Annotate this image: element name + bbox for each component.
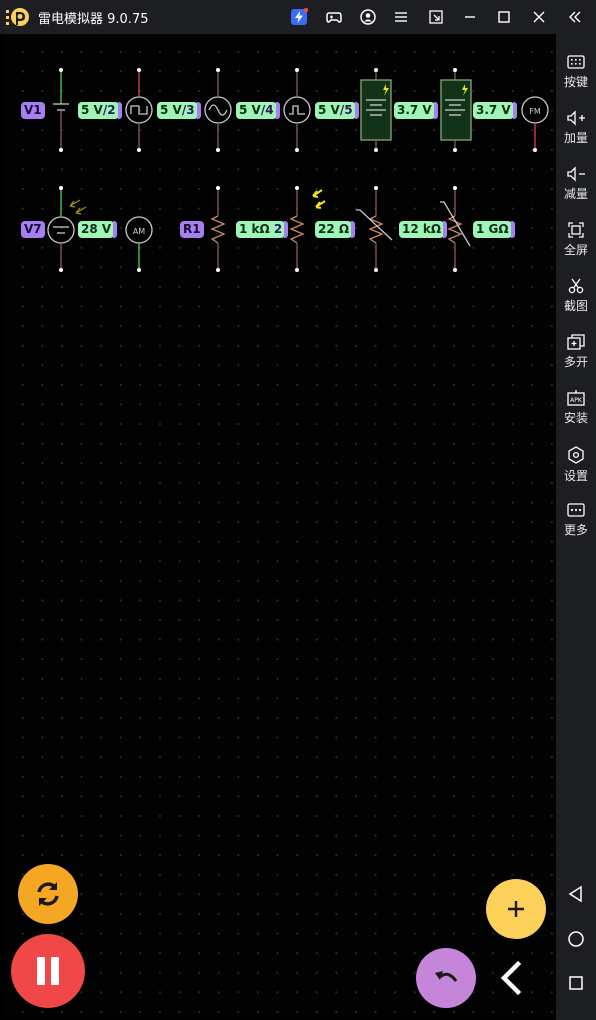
account-button[interactable] [356,5,380,29]
sidebar-item-volume-down[interactable]: 减量 [556,158,596,214]
svg-text:APK: APK [570,397,583,404]
pulse-source[interactable] [283,68,311,152]
ldplayer-logo-icon [6,8,29,26]
tag-v1[interactable]: V1 [21,102,45,119]
plus-icon [508,901,524,917]
android-home-button[interactable] [564,927,588,951]
am-label: AM [133,227,145,236]
circle-home-icon [568,931,584,947]
fullscreen-icon [568,222,584,238]
value-thermistor[interactable]: 12 kΩ [399,221,448,238]
battery-1[interactable] [360,68,392,152]
restore-layout-button[interactable] [424,5,448,29]
android-back-button[interactable] [564,882,588,906]
square-wave-source[interactable] [125,68,153,152]
sidebar-item-fullscreen[interactable]: 全屏 [556,214,596,270]
value-ldr[interactable]: 22 Ω [315,221,356,238]
sidebar-item-more[interactable]: 更多 [556,494,596,550]
tag-v7[interactable]: V7 [21,221,45,238]
sidebar-label-volume-up: 加量 [563,131,588,145]
square-recents-icon [569,976,583,990]
maximize-button[interactable] [492,5,516,29]
emulator-sidebar: 按键 加量 减量 全屏 截图 多开 APK 安装 设置 更多 [556,34,596,1020]
close-icon [533,11,545,23]
minimize-button[interactable] [458,5,482,29]
sidebar-label-volume-down: 减量 [563,187,588,201]
volume-down-icon [567,166,585,182]
value-battery2[interactable]: 3.7 V [473,102,517,119]
value-src4[interactable]: 5 V/5 [315,102,359,119]
pause-icon [37,957,59,985]
sidebar-item-install-apk[interactable]: APK 安装 [556,382,596,438]
multi-instance-icon [567,334,585,350]
sidebar-label-settings: 设置 [563,469,588,483]
menu-button[interactable] [389,5,413,29]
sidebar-item-volume-up[interactable]: 加量 [556,102,596,158]
double-chevron-left-icon [569,11,581,23]
thermistor[interactable] [356,186,393,272]
undo-button[interactable] [416,948,476,1008]
android-recents-button[interactable] [564,971,588,995]
sidebar-label-install-apk: 安装 [563,411,588,425]
value-solar[interactable]: 28 V [78,221,118,238]
sidebar-label-fullscreen: 全屏 [563,243,588,257]
more-icon [567,503,585,517]
am-source[interactable] [125,216,153,272]
hamburger-icon [395,12,407,22]
volume-up-icon [567,110,585,126]
user-icon [360,9,376,25]
triangle-back-icon [568,885,582,903]
maximize-icon [498,11,510,23]
sidebar-label-more: 更多 [563,523,588,537]
close-button[interactable] [527,5,551,29]
value-src2[interactable]: 5 V/3 [157,102,201,119]
collapse-sidebar-button[interactable] [563,5,587,29]
sidebar-label-keymap: 按键 [563,75,588,89]
lightning-icon [291,8,308,25]
pause-button[interactable] [11,934,85,1008]
circuit-canvas[interactable]: FM AM V1 5 V/2 5 V/3 5 V/4 5 V/5 3.7 V 3… [4,34,555,1018]
sidebar-item-settings[interactable]: 设置 [556,438,596,494]
scissors-icon [568,278,584,294]
battery-2[interactable] [440,68,472,152]
fm-label: FM [529,107,541,116]
value-src3[interactable]: 5 V/4 [236,102,280,119]
minimize-icon [465,16,475,18]
window-arrow-icon [429,10,443,24]
add-component-button[interactable] [486,879,546,939]
tag-r1[interactable]: R1 [180,221,204,238]
undo-icon [435,971,458,982]
rotate-icon [37,882,59,906]
sidebar-item-screenshot[interactable]: 截图 [556,270,596,326]
window-title: 雷电模拟器 9.0.75 [38,12,149,27]
apk-install-icon: APK [567,390,585,406]
circuit-drawing: FM AM [47,68,549,272]
sidebar-label-screenshot: 截图 [563,299,588,313]
sidebar-item-multi-instance[interactable]: 多开 [556,326,596,382]
gamepad-icon [326,12,342,23]
gamepad-button[interactable] [322,5,346,29]
back-chevron-button[interactable] [494,958,528,998]
resistor-1[interactable] [210,186,226,272]
fm-source[interactable] [521,96,549,152]
settings-icon [568,446,584,464]
rotate-button[interactable] [18,864,78,924]
keyboard-icon [567,55,585,69]
value-varistor[interactable]: 1 GΩ [473,221,515,238]
chevron-left-icon [500,960,522,996]
boost-button[interactable] [287,5,311,29]
dc-voltage-source[interactable] [53,68,69,152]
title-bar: 雷电模拟器 9.0.75 [0,0,596,34]
value-res1[interactable]: 1 kΩ 2 [236,221,289,238]
sine-wave-source[interactable] [204,68,232,152]
sidebar-label-multi-instance: 多开 [563,355,588,369]
value-src1[interactable]: 5 V/2 [78,102,122,119]
value-battery1[interactable]: 3.7 V [394,102,438,119]
sidebar-item-keymap[interactable]: 按键 [556,46,596,102]
